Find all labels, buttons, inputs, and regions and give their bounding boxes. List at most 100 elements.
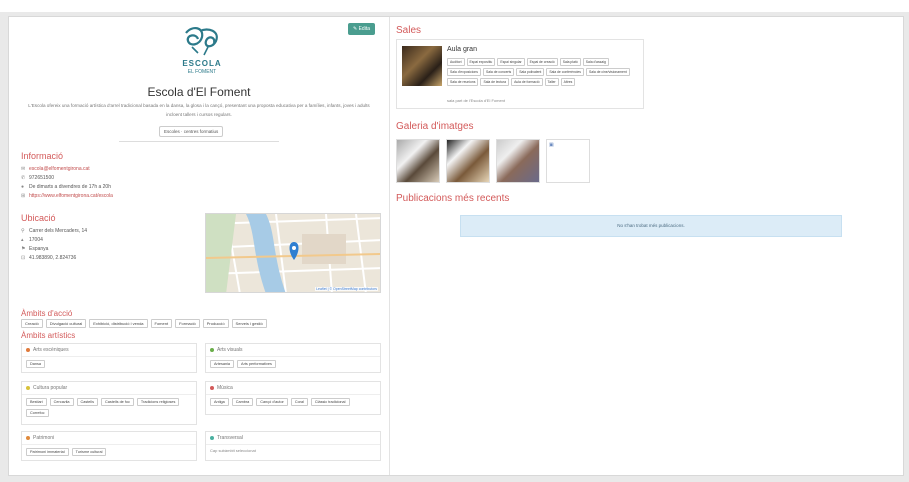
- ambit-tag[interactable]: Cambra: [231, 398, 254, 406]
- hours-text: De dimarts a divendres de 17h a 20h: [29, 184, 111, 190]
- tag-accio[interactable]: Serveis i gestió: [231, 319, 267, 328]
- sala-tag: Sala polivalent: [516, 68, 545, 76]
- ambit-name: Música: [217, 385, 233, 391]
- edit-button[interactable]: ✎ Edita: [348, 23, 375, 35]
- info-list: ✉ escola@elfomentgirona.cat ✆ 972651500 ● D…: [21, 165, 113, 201]
- sala-tag: Sala de reunions: [447, 78, 479, 86]
- gallery-image[interactable]: [446, 139, 490, 183]
- ambit-tag[interactable]: Bestiari: [26, 398, 47, 406]
- ambit-name: Arts visuals: [217, 347, 243, 353]
- email-link[interactable]: escola@elfomentgirona.cat: [29, 166, 90, 172]
- map-attribution[interactable]: Leaflet | © OpenStreetMap contributors: [315, 287, 378, 291]
- tag-accio[interactable]: Divulgació cultural: [45, 319, 87, 328]
- country-text: Espanya: [29, 246, 49, 252]
- info-title: Informació: [21, 151, 64, 161]
- category-tag[interactable]: Escoles · centres formatius: [159, 126, 224, 137]
- sala-tag: Sala plató: [559, 58, 581, 66]
- ambit-dot-icon: [210, 348, 214, 352]
- ambit-dot-icon: [210, 386, 214, 390]
- gallery-image[interactable]: [396, 139, 440, 183]
- page-description: L'Escola ofereix una formació artística …: [28, 103, 370, 117]
- map-graphic: [206, 214, 380, 292]
- tag-accio[interactable]: Exhibició, distribució i venda: [89, 319, 148, 328]
- ambit-name: Transversal: [217, 435, 243, 441]
- ambit-box-transversal: Transversal Cap subàmbit seleccionat: [205, 431, 381, 461]
- gallery-image-broken[interactable]: ▣: [546, 139, 590, 183]
- location-title: Ubicació: [21, 213, 56, 223]
- phone-icon: ✆: [21, 175, 26, 181]
- coords-icon: ⊡: [21, 255, 26, 261]
- ambit-name: Patrimoni: [33, 435, 55, 441]
- location-map[interactable]: Leaflet | © OpenStreetMap contributors: [205, 213, 381, 293]
- tag-accio[interactable]: Creació: [21, 319, 43, 328]
- sala-tag: Auditori: [447, 58, 465, 66]
- sala-name[interactable]: Aula gran: [447, 46, 477, 53]
- ambits-accio-tags: Creació Divulgació cultural Exhibició, d…: [21, 319, 381, 328]
- ambit-tag[interactable]: Castells de foc: [101, 398, 134, 406]
- ambits-accio-title: Àmbits d'acció: [21, 309, 73, 318]
- publications-title: Publicacions més recents: [396, 193, 510, 204]
- ambit-box-cultura-popular: Cultura popular Bestiari Cercavila Caste…: [21, 381, 197, 425]
- coords-text: 41.983890, 2.824736: [29, 255, 77, 261]
- sala-tag: Espai de creació: [526, 58, 558, 66]
- postal-text: 17004: [29, 237, 43, 243]
- gallery-title: Galeria d'imatges: [396, 121, 474, 132]
- sala-image[interactable]: [402, 46, 442, 86]
- ambit-dot-icon: [26, 348, 30, 352]
- ambit-box-patrimoni: Patrimoni Patrimoni immaterial Turisme c…: [21, 431, 197, 461]
- ambit-tag[interactable]: Patrimoni immaterial: [26, 448, 69, 456]
- ambit-tag[interactable]: Arts performatives: [237, 360, 276, 368]
- ambit-box-arts-visuals: Arts visuals Artesania Arts performative…: [205, 343, 381, 373]
- ambit-name: Arts escèniques: [33, 347, 69, 353]
- tag-accio[interactable]: Producció: [202, 319, 229, 328]
- flag-icon: ⚑: [21, 246, 26, 252]
- ambit-tag[interactable]: Cercavila: [49, 398, 74, 406]
- ambit-box-arts-esceniques: Arts escèniques Dansa: [21, 343, 197, 373]
- address-list: ⚲ Carrer dels Mercaders, 14 ▴ 17004 ⚑ Espan…: [21, 227, 87, 263]
- sala-tag: Taller: [544, 78, 559, 86]
- ambit-tag[interactable]: Castells: [76, 398, 99, 406]
- sala-tag: Sala de concerts: [482, 68, 515, 76]
- ambit-tag[interactable]: Antiga: [210, 398, 229, 406]
- school-logo: ESCOLA EL FOMENT: [174, 25, 230, 77]
- email-icon: ✉: [21, 166, 26, 172]
- ambit-box-musica: Música Antiga Cambra Cançó d'autor Coral…: [205, 381, 381, 415]
- browser-topbar: [0, 0, 909, 12]
- broken-image-icon: ▣: [549, 142, 554, 148]
- ambits-artistics-title: Àmbits artístics: [21, 331, 76, 340]
- sala-tags: Auditori Espai expositiu Espai singular …: [447, 58, 641, 86]
- ambit-tag[interactable]: Correfoc: [26, 409, 49, 417]
- logo-subtext: EL FOMENT: [187, 69, 217, 75]
- page-title: Escola d'El Foment: [147, 85, 251, 99]
- gallery-image[interactable]: [496, 139, 540, 183]
- tag-accio[interactable]: Foment: [150, 319, 173, 328]
- left-column: ✎ Edita ESCOLA EL FOMENT Escola d'El Fom…: [9, 17, 389, 475]
- ambit-name: Cultura popular: [33, 385, 68, 391]
- sala-tag: Sala d'assaig: [582, 58, 609, 66]
- entity-page: ✎ Edita ESCOLA EL FOMENT Escola d'El Fom…: [8, 16, 904, 476]
- ambit-dot-icon: [26, 386, 30, 390]
- sala-footer: sala part de l'Escola d'El Foment: [447, 98, 505, 103]
- sala-tag: Sala de conferències: [546, 68, 584, 76]
- sala-card[interactable]: Aula gran Auditori Espai expositiu Espai…: [396, 39, 644, 109]
- publications-empty-alert: No s'han trobat més publicacions.: [460, 215, 842, 237]
- website-link[interactable]: https://www.elfomentgirona.cat/escola: [29, 193, 113, 199]
- sala-tag: Altres: [560, 78, 576, 86]
- ambit-tag[interactable]: Dansa: [26, 360, 45, 368]
- phone-text: 972651500: [29, 175, 55, 181]
- logo-text: ESCOLA: [182, 59, 222, 68]
- ambit-tag[interactable]: Coral: [290, 398, 308, 406]
- ambit-tag[interactable]: Turisme cultural: [71, 448, 107, 456]
- right-column: Sales Aula gran Auditori Espai expositiu…: [390, 17, 904, 475]
- sala-tag: Aula de formació: [511, 78, 543, 86]
- gallery: ▣: [396, 139, 590, 183]
- ambit-tag[interactable]: Clàssic tradicional: [310, 398, 350, 406]
- sales-title: Sales: [396, 25, 422, 36]
- address-text: Carrer dels Mercaders, 14: [29, 228, 88, 234]
- ambit-tag[interactable]: Artesania: [210, 360, 235, 368]
- postal-icon: ▴: [21, 237, 24, 243]
- ambit-tag[interactable]: Cançó d'autor: [256, 398, 288, 406]
- ambit-tag[interactable]: Tradicions religioses: [136, 398, 180, 406]
- tag-accio[interactable]: Formació: [175, 319, 200, 328]
- sala-tag: Sala d'exposicions: [447, 68, 481, 76]
